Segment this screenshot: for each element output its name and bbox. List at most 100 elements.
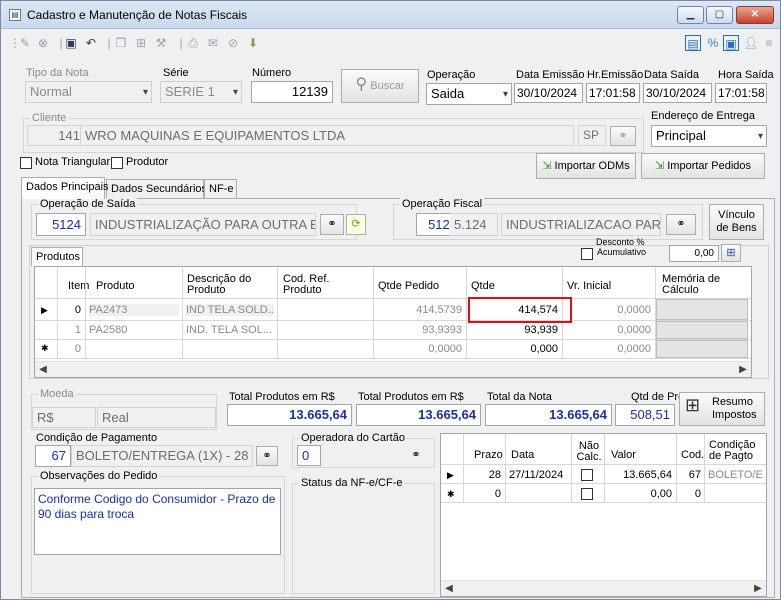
tools-icon[interactable]: ⚒	[153, 35, 169, 51]
email-icon[interactable]: ✉	[205, 35, 221, 51]
cliente-uf-input[interactable]: SP	[578, 125, 606, 146]
cell-prazo[interactable]: 0	[466, 488, 501, 500]
vinculo-bens-button[interactable]: Vínculo de Bens	[709, 204, 764, 240]
col-memoria[interactable]: Memória de Cálculo	[662, 274, 732, 296]
cell-data[interactable]: 27/11/2024	[509, 469, 563, 481]
col-item[interactable]: Item	[68, 281, 89, 292]
cell-vr-inicial[interactable]: 0,0000	[566, 343, 651, 355]
numero-input[interactable]: 12139	[251, 81, 333, 103]
operacao-select[interactable]: Saida ▾	[426, 83, 512, 105]
scroll-right-icon[interactable]: ▶	[735, 363, 751, 377]
percent-icon[interactable]: %	[705, 35, 721, 51]
tab-dados-principais[interactable]: Dados Principais	[21, 177, 109, 199]
cell-produto[interactable]: PA2473	[89, 304, 179, 316]
cell-item[interactable]: 1	[61, 324, 81, 336]
cell-cod[interactable]: 67	[679, 469, 701, 481]
horizontal-scrollbar[interactable]: ◀ ▶	[35, 361, 751, 377]
col-qtde[interactable]: Qtde	[471, 281, 495, 292]
desconto-input[interactable]: 0,00	[669, 245, 719, 262]
endereco-select[interactable]: Principal ▾	[651, 125, 767, 147]
binoculars-icon[interactable]: ⚭	[320, 214, 344, 235]
user-icon[interactable]: 👤︎	[743, 35, 759, 51]
col-prazo[interactable]: Prazo	[474, 450, 503, 461]
cell-prazo[interactable]: 28	[466, 469, 501, 481]
hr-emissao-input[interactable]: 17:01:58	[586, 83, 640, 103]
print-icon[interactable]: ⎙	[185, 35, 201, 51]
col-qtde-pedido[interactable]: Qtde Pedido	[378, 281, 439, 292]
nao-calc-checkbox[interactable]	[581, 488, 593, 500]
col-valor[interactable]: Valor	[611, 450, 636, 461]
cell-memoria[interactable]	[656, 321, 748, 339]
col-vr-inicial[interactable]: Vr. Inicial	[567, 281, 611, 292]
cell-qtde[interactable]: 93,939	[470, 324, 558, 336]
tab-nfe[interactable]: NF-e	[204, 179, 237, 199]
cell-vr-inicial[interactable]: 0,0000	[566, 304, 651, 316]
buscar-button[interactable]: ⚲ Buscar	[341, 69, 419, 103]
cell-qtde-pedido[interactable]: 93,9393	[377, 324, 462, 336]
cell-descricao[interactable]: IND TELA SOLD...	[186, 304, 274, 316]
scroll-left-icon[interactable]: ◀	[35, 363, 51, 377]
close-button[interactable]: ✕	[736, 6, 774, 24]
cell-item[interactable]: 0	[61, 304, 81, 316]
save-icon[interactable]: ▣	[63, 35, 79, 51]
screen-icon[interactable]: ▣	[723, 35, 739, 51]
hora-saida-input[interactable]: 17:01:58	[715, 83, 767, 103]
acumulativo-checkbox[interactable]	[581, 248, 593, 260]
edit-icon[interactable]: ✎	[17, 35, 33, 51]
copy-icon[interactable]: ❐	[113, 35, 129, 51]
op-fiscal-desc-input[interactable]: INDUSTRIALIZACAO PARA	[501, 213, 661, 236]
scroll-left-icon[interactable]: ◀	[441, 582, 457, 596]
refresh-icon[interactable]: ⟳	[346, 214, 366, 235]
col-cod[interactable]: Cod.	[681, 450, 704, 461]
col-produto[interactable]: Produto	[96, 281, 135, 292]
col-nao-calc[interactable]: Não Calc.	[574, 441, 604, 463]
cell-valor[interactable]: 13.665,64	[608, 469, 672, 481]
undo-icon[interactable]: ↶	[83, 35, 99, 51]
binoculars-icon[interactable]: ⚭	[610, 126, 636, 146]
grid-icon[interactable]: ⊞	[133, 35, 149, 51]
moeda-name-input[interactable]: Real	[97, 407, 216, 428]
cell-descricao[interactable]: IND. TELA SOL...	[186, 324, 274, 336]
cell-cod[interactable]: 0	[679, 488, 701, 500]
op-saida-desc-input[interactable]: INDUSTRIALIZAÇÃO PARA OUTRA E	[90, 213, 316, 236]
window-icon[interactable]: ▤	[685, 35, 701, 51]
col-data[interactable]: Data	[511, 450, 534, 461]
cliente-name-input[interactable]: WRO MAQUINAS E EQUIPAMENTOS LTDA	[80, 125, 574, 146]
operadora-input[interactable]: 0	[297, 445, 321, 466]
block-icon[interactable]: ⊘	[225, 35, 241, 51]
importar-odms-button[interactable]: ⇲ Importar ODMs	[536, 153, 636, 179]
data-saida-input[interactable]: 30/10/2024	[643, 83, 712, 103]
cell-condicao[interactable]: BOLETO/E	[708, 469, 764, 481]
minimize-button[interactable]: ▁	[677, 6, 704, 24]
data-emissao-input[interactable]: 30/10/2024	[514, 83, 583, 103]
binoculars-icon[interactable]: ⚭	[402, 446, 430, 466]
op-saida-code-input[interactable]: 5124	[36, 213, 86, 236]
op-fiscal-cfop-input[interactable]: 5.124	[450, 213, 498, 236]
tab-produtos[interactable]: Produtos	[31, 247, 83, 266]
tab-dados-secundarios[interactable]: Dados Secundários	[106, 179, 207, 199]
binoculars-icon[interactable]: ⚭	[256, 446, 278, 466]
col-condicao[interactable]: Condição de Pagto	[709, 440, 765, 462]
cell-vr-inicial[interactable]: 0,0000	[566, 324, 651, 336]
binoculars-icon[interactable]: ⚭	[666, 214, 696, 235]
scroll-right-icon[interactable]: ▶	[750, 582, 766, 596]
cell-produto[interactable]: PA2580	[89, 324, 179, 336]
maximize-button[interactable]: ▢	[706, 6, 733, 24]
cell-qtde-pedido[interactable]: 0,0000	[377, 343, 462, 355]
serie-select[interactable]: SERIE 1 ▾	[160, 81, 242, 103]
cancel-icon[interactable]: ⊗	[35, 35, 51, 51]
resumo-impostos-button[interactable]: ⊞ Resumo Impostos	[679, 392, 765, 426]
calculator-icon[interactable]: ⊞	[721, 244, 741, 262]
cell-memoria[interactable]	[656, 340, 748, 358]
cell-qtde-pedido[interactable]: 414,5739	[377, 304, 462, 316]
nao-calc-checkbox[interactable]	[581, 469, 593, 481]
observacoes-textarea[interactable]: Conforme Codigo do Consumidor - Prazo de…	[34, 488, 281, 555]
cell-item[interactable]: 0	[61, 343, 81, 355]
cond-code-input[interactable]: 67	[35, 445, 71, 467]
cell-memoria[interactable]	[656, 299, 748, 320]
menu-icon[interactable]: ≡	[761, 35, 777, 51]
importar-pedidos-button[interactable]: ⇲ Importar Pedidos	[641, 153, 765, 179]
nota-triangular-checkbox[interactable]	[20, 157, 32, 169]
cliente-code-input[interactable]: 141	[27, 125, 85, 146]
cell-valor[interactable]: 0,00	[608, 488, 672, 500]
